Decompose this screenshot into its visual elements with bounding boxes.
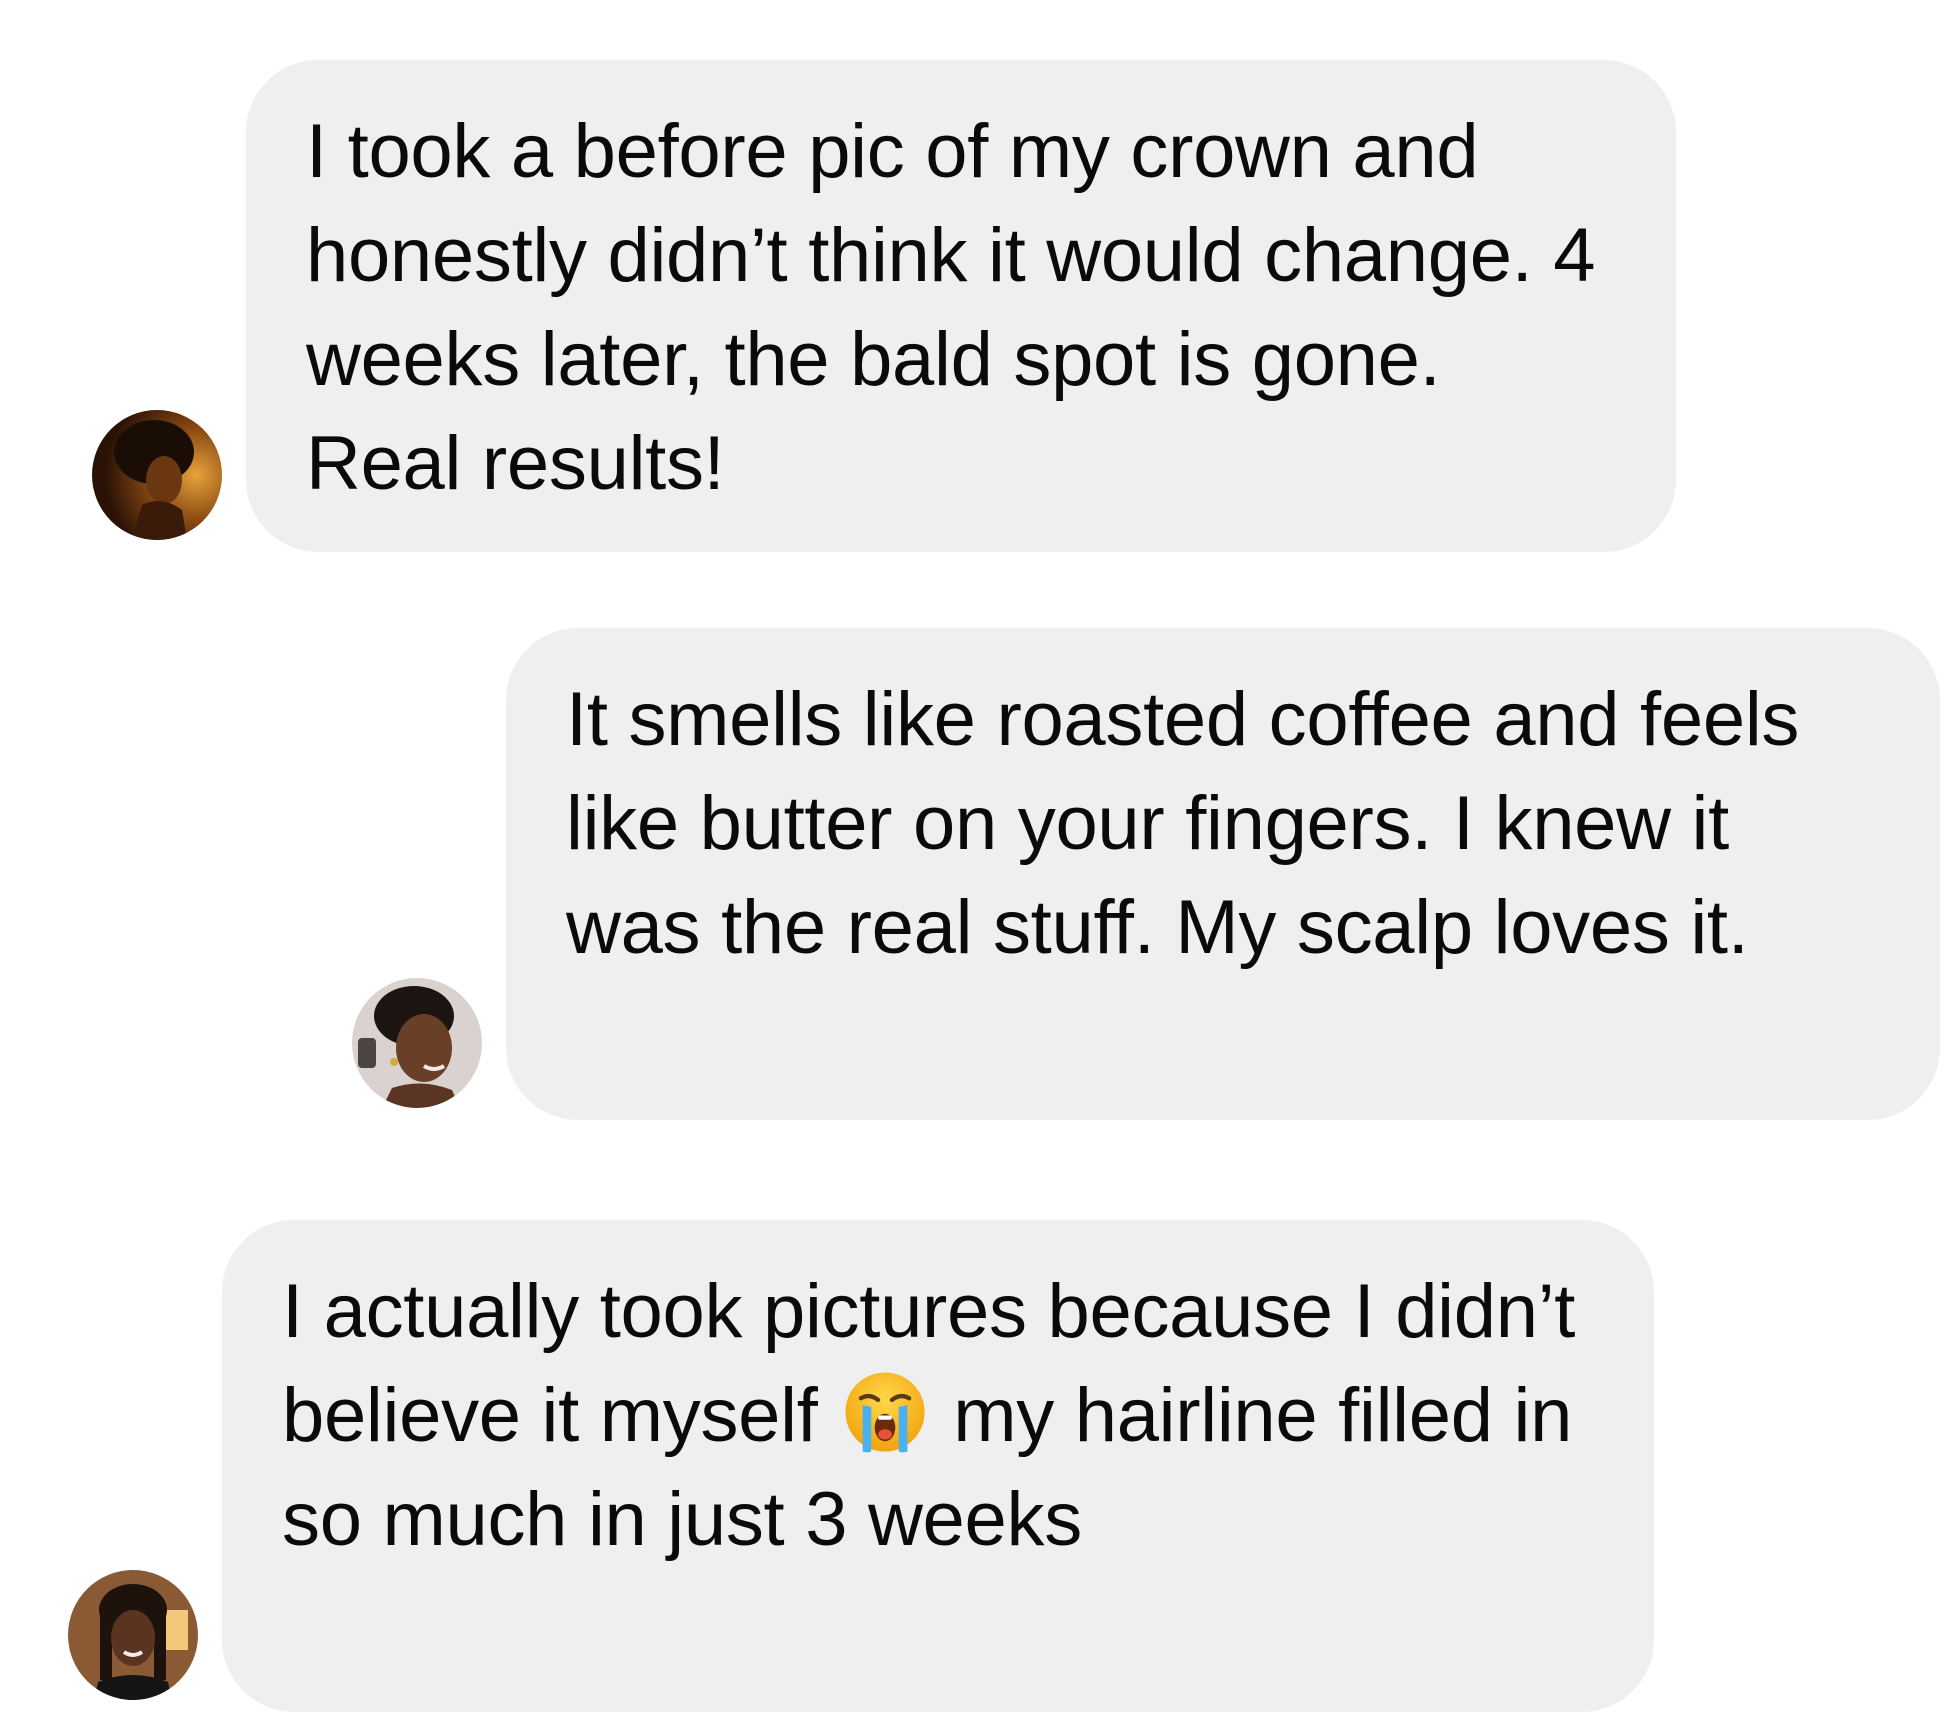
message-text: I took a before pic of my crown and hone… — [306, 109, 1596, 506]
loudly-crying-face-icon — [842, 1369, 928, 1455]
comment-thread: I took a before pic of my crown and hone… — [0, 0, 1944, 1730]
profile-photo-icon — [68, 1570, 198, 1700]
profile-photo-icon — [352, 978, 482, 1108]
avatar[interactable] — [352, 978, 482, 1108]
message-text: It smells like roasted coffee and feels … — [566, 677, 1800, 970]
message-bubble: I actually took pictures because I didn’… — [222, 1220, 1654, 1712]
message-bubble: It smells like roasted coffee and feels … — [506, 628, 1940, 1120]
message-text: I actually took pictures because I didn’… — [282, 1260, 1594, 1572]
message-bubble: I took a before pic of my crown and hone… — [246, 60, 1676, 552]
avatar[interactable] — [68, 1570, 198, 1700]
profile-photo-icon — [92, 410, 222, 540]
avatar[interactable] — [92, 410, 222, 540]
